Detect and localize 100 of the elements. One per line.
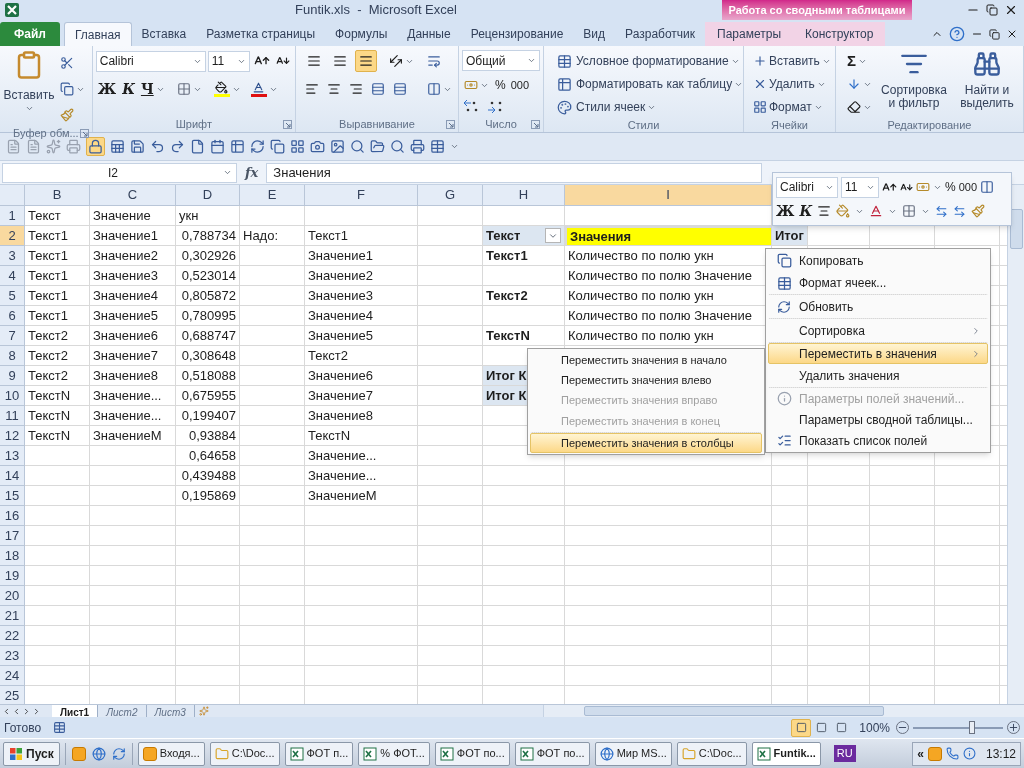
thousands-button[interactable]: 000 bbox=[958, 178, 978, 196]
row-header[interactable]: 22 bbox=[0, 626, 25, 646]
ribbon-tab[interactable]: Данные bbox=[397, 22, 461, 46]
menu-item[interactable]: Переместить в значения bbox=[768, 343, 988, 364]
column-header[interactable]: B bbox=[25, 185, 90, 206]
taskbar-button[interactable]: Входя... bbox=[137, 741, 205, 766]
table-cell: Текст2 bbox=[25, 346, 90, 366]
row-header[interactable]: 16 bbox=[0, 506, 25, 526]
table-cell: 0,518088 bbox=[176, 366, 240, 386]
table-cell: 0,523014 bbox=[176, 266, 240, 286]
row-header[interactable]: 21 bbox=[0, 606, 25, 626]
italic-button[interactable]: К bbox=[120, 78, 137, 100]
row-header[interactable]: 19 bbox=[0, 566, 25, 586]
row-header[interactable]: 9 bbox=[0, 366, 25, 386]
percent-button[interactable]: % bbox=[494, 76, 507, 94]
menu-item[interactable]: Показать список полей bbox=[768, 430, 988, 451]
row-header[interactable]: 6 bbox=[0, 306, 25, 326]
percent-button[interactable]: % bbox=[945, 178, 956, 196]
menu-item[interactable]: Переместить значения в столбцы bbox=[530, 433, 762, 453]
styles-menu-button[interactable]: Условное форматирование bbox=[555, 50, 746, 72]
bold-button[interactable]: Ж bbox=[776, 200, 795, 222]
ribbon-tab[interactable]: Файл bbox=[0, 22, 60, 46]
taskbar-button[interactable]: C:\Doc... bbox=[676, 741, 747, 766]
row-header[interactable]: 18 bbox=[0, 546, 25, 566]
taskbar-button[interactable]: Funtik... bbox=[751, 741, 821, 766]
row-header[interactable]: 5 bbox=[0, 286, 25, 306]
taskbar-button[interactable]: Мир MS... bbox=[594, 741, 672, 766]
table-cell: Значения bbox=[565, 226, 772, 246]
ribbon-tab[interactable]: Формулы bbox=[325, 22, 398, 46]
ribbon-tab[interactable]: Вид bbox=[573, 22, 616, 46]
taskbar-button[interactable]: % ФОТ... bbox=[358, 741, 430, 766]
cells-menu-button[interactable]: Вставить bbox=[751, 50, 833, 72]
ribbon-tab[interactable]: Разметка страницы bbox=[196, 22, 326, 46]
column-header[interactable]: E bbox=[240, 185, 305, 206]
table-cell: Значение4 bbox=[90, 286, 176, 306]
bold-button[interactable]: Ж bbox=[95, 78, 119, 100]
column-header[interactable]: D bbox=[176, 185, 240, 206]
italic-button[interactable]: К bbox=[799, 200, 813, 222]
ribbon-tab[interactable]: Разработчик bbox=[615, 22, 706, 46]
cells-menu-button[interactable]: Формат bbox=[751, 96, 833, 118]
column-header[interactable]: C bbox=[90, 185, 176, 206]
row-header[interactable]: 12 bbox=[0, 426, 25, 446]
row-header[interactable]: 11 bbox=[0, 406, 25, 426]
styles-menu-button[interactable]: Форматировать как таблицу bbox=[555, 73, 746, 95]
font-field[interactable]: Calibri bbox=[776, 176, 838, 198]
ribbon-tab[interactable]: Вставка bbox=[131, 22, 197, 46]
row-header[interactable]: 15 bbox=[0, 486, 25, 506]
font-size-field[interactable]: 11 bbox=[841, 176, 879, 198]
column-header[interactable]: G bbox=[418, 185, 483, 206]
cells-menu-button[interactable]: Удалить bbox=[751, 73, 833, 95]
styles-menu-button[interactable]: Стили ячеек bbox=[555, 96, 746, 118]
menu-item[interactable]: Формат ячеек... bbox=[768, 271, 988, 295]
taskbar-button[interactable]: C:\Doc... bbox=[209, 741, 280, 766]
row-header[interactable]: 10 bbox=[0, 386, 25, 406]
editing-button[interactable]: Найти и выделить bbox=[954, 50, 1020, 110]
row-header[interactable]: 2 bbox=[0, 226, 25, 246]
language-indicator[interactable]: RU bbox=[833, 745, 856, 762]
row-header[interactable]: 14 bbox=[0, 466, 25, 486]
row-header[interactable]: 3 bbox=[0, 246, 25, 266]
insert-function-button[interactable]: fx bbox=[243, 162, 261, 183]
row-header[interactable]: 1 bbox=[0, 206, 25, 226]
sheet-tab[interactable]: Лист1 bbox=[52, 705, 99, 717]
menu-item[interactable]: Параметры сводной таблицы... bbox=[768, 409, 988, 430]
name-box[interactable]: I2 bbox=[2, 162, 237, 183]
group-label: Шрифт bbox=[175, 117, 212, 133]
ribbon-tab[interactable]: Параметры bbox=[705, 22, 793, 46]
row-header[interactable]: 24 bbox=[0, 666, 25, 686]
taskbar-button[interactable]: ФОТ по... bbox=[434, 741, 510, 766]
menu-item[interactable]: Удалить значения bbox=[768, 364, 988, 388]
column-header[interactable]: F bbox=[305, 185, 418, 206]
ribbon-tab[interactable]: Главная bbox=[63, 22, 132, 46]
row-header[interactable]: 4 bbox=[0, 266, 25, 286]
row-header[interactable]: 13 bbox=[0, 446, 25, 466]
row-header[interactable]: 20 bbox=[0, 586, 25, 606]
row-header[interactable]: 7 bbox=[0, 326, 25, 346]
thousands-button[interactable]: 000 bbox=[509, 76, 531, 94]
formula-input[interactable]: Значения bbox=[266, 162, 763, 183]
editing-button[interactable]: Сортировка и фильтр bbox=[881, 50, 947, 110]
underline-button[interactable]: Ч bbox=[138, 78, 167, 100]
font-size-field[interactable]: 11 bbox=[207, 50, 250, 72]
column-header[interactable]: I bbox=[565, 185, 772, 206]
number-format-field[interactable]: Общий bbox=[462, 50, 540, 71]
row-header[interactable]: 25 bbox=[0, 686, 25, 704]
paste-button[interactable]: Вставить bbox=[3, 50, 55, 113]
sum-button[interactable]: Σ bbox=[845, 50, 874, 72]
taskbar-button[interactable]: ФОТ п... bbox=[284, 741, 354, 766]
tray-toggle[interactable]: « bbox=[917, 744, 924, 763]
ribbon-tab[interactable]: Рецензирование bbox=[460, 22, 574, 46]
zoom-level[interactable]: 100% bbox=[859, 718, 890, 737]
column-header[interactable]: H bbox=[483, 185, 565, 206]
table-cell: ТекстN bbox=[25, 426, 90, 446]
table-cell: Текст2 bbox=[25, 326, 90, 346]
start-button[interactable]: Пуск bbox=[3, 741, 60, 766]
row-header[interactable]: 17 bbox=[0, 526, 25, 546]
taskbar-button[interactable]: ФОТ по... bbox=[514, 741, 590, 766]
menu-item[interactable]: Обновить bbox=[768, 295, 988, 319]
row-header[interactable]: 8 bbox=[0, 346, 25, 366]
font-field[interactable]: Calibri bbox=[95, 50, 206, 72]
row-header[interactable]: 23 bbox=[0, 646, 25, 666]
ribbon-tab[interactable]: Конструктор bbox=[793, 22, 886, 46]
